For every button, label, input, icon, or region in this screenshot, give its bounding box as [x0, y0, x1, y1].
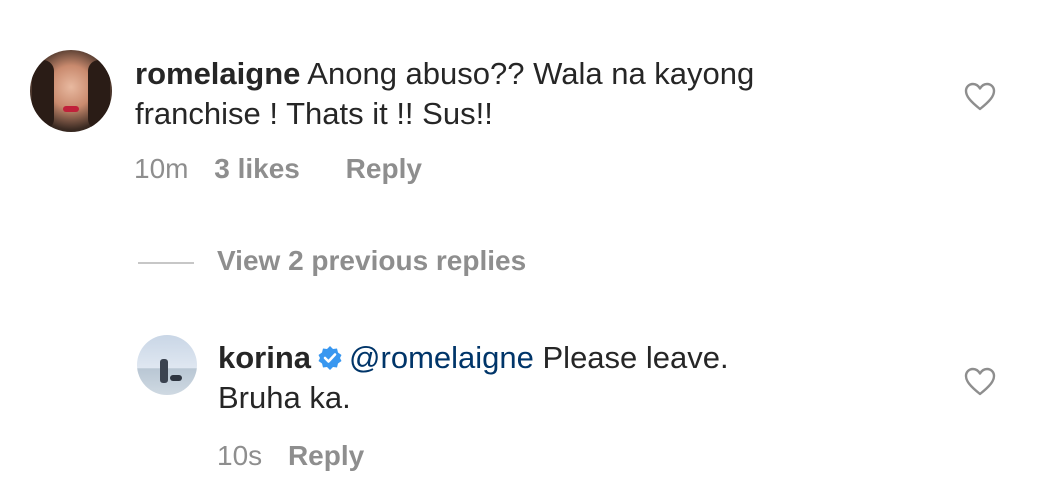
verified-badge-icon — [318, 346, 342, 370]
comment-body-line1: Anong abuso?? Wala na kayong — [307, 56, 755, 91]
reply-body-line1: Please leave. — [542, 340, 729, 375]
reply-mention-link[interactable]: @romelaigne — [349, 340, 534, 375]
comment-text: romelaigne Anong abuso?? Wala na kayong … — [135, 54, 754, 134]
reply-time: 10s — [217, 440, 263, 471]
reply-body-line2: Bruha ka. — [218, 380, 351, 415]
avatar-hair-left — [32, 60, 54, 130]
heart-icon[interactable] — [964, 367, 996, 397]
reply-text: korina @romelaigne Please leave. Bruha k… — [218, 338, 729, 418]
avatar-figure — [160, 359, 168, 383]
reply-reply-button[interactable]: Reply — [288, 440, 364, 471]
comment-reply-button[interactable]: Reply — [346, 153, 422, 184]
heart-icon[interactable] — [964, 82, 996, 112]
avatar-dog — [170, 375, 182, 381]
comment-meta: 10m 3 likes Reply — [134, 153, 422, 185]
avatar-hair-right — [88, 60, 110, 130]
replies-divider — [138, 262, 194, 264]
avatar-lips — [63, 106, 79, 112]
comment-time: 10m — [134, 153, 189, 184]
view-previous-replies-button[interactable]: View 2 previous replies — [217, 245, 526, 277]
comment-body-line2: franchise ! Thats it !! Sus!! — [135, 96, 493, 131]
avatar[interactable] — [30, 50, 112, 132]
reply-meta: 10s Reply — [217, 440, 364, 472]
comment-username[interactable]: romelaigne — [135, 56, 300, 91]
reply-username[interactable]: korina — [218, 340, 311, 375]
reply-avatar[interactable] — [137, 335, 197, 395]
comment-likes[interactable]: 3 likes — [214, 153, 300, 184]
